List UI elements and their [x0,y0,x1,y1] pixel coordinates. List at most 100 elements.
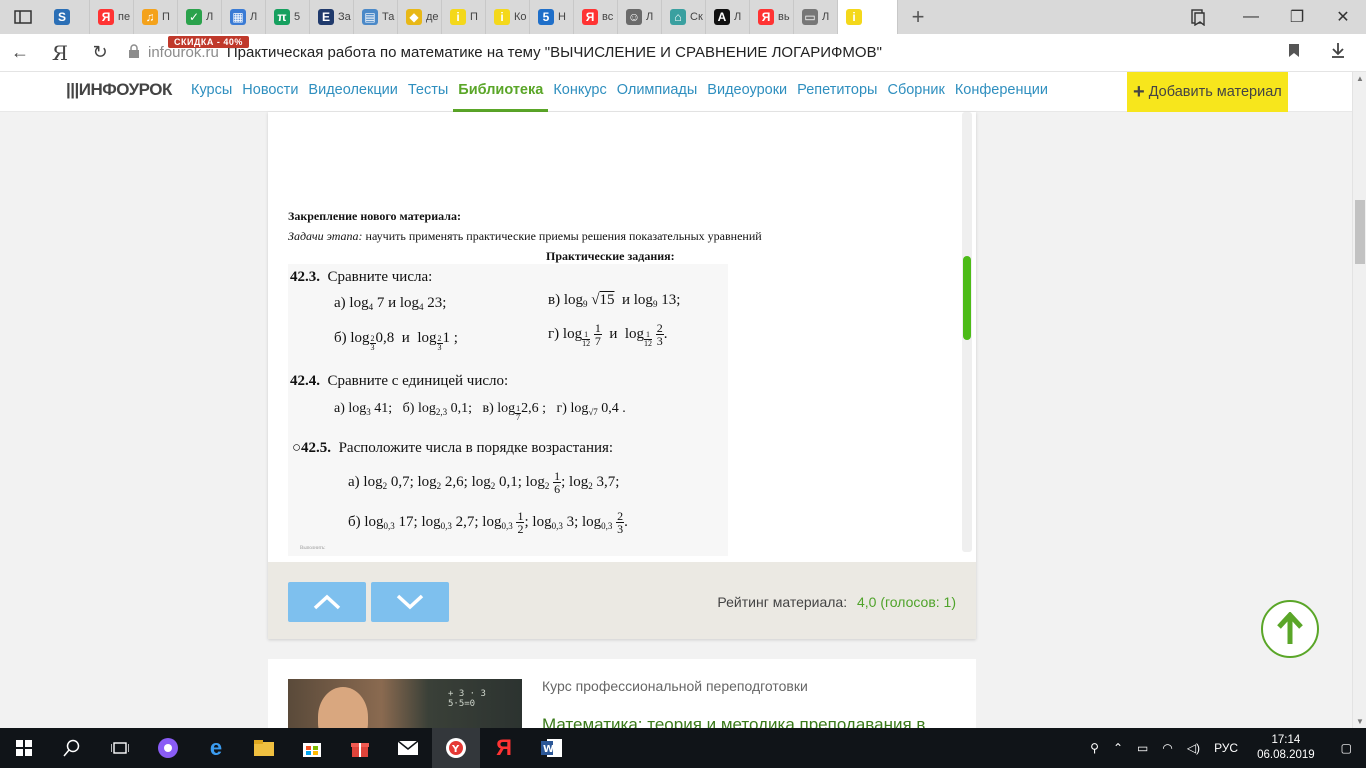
tab-favicon-icon: ♫ [142,9,158,25]
store-icon[interactable] [288,728,336,768]
menu-item[interactable]: Новости [237,72,303,112]
volume-icon[interactable]: ◁) [1180,741,1207,755]
course-type: Курс профессиональной переподготовки [542,678,808,694]
course-card[interactable]: + 3 · 3 5·5=0 Курс профессиональной пере… [268,659,976,728]
edge-icon[interactable]: e [192,728,240,768]
rating-value[interactable]: 4,0 (голосов: 1) [857,594,956,610]
tab-label: Л [822,11,830,23]
problem-42-3-b: б) log 2 3 0,8 и log 2 3 1 ; [334,330,458,352]
browser-tab[interactable]: S [46,0,90,34]
chevron-down-icon [396,594,424,610]
site-navigation: |||ИНФОУРОК Курсы Новости Видеолекции Тесты… [0,72,1352,112]
tab-favicon-icon: ▦ [230,9,246,25]
back-icon[interactable]: ← [0,34,40,72]
tab-label: П [162,11,170,23]
search-icon[interactable] [48,728,96,768]
lock-icon [128,43,140,62]
menu-item[interactable]: Сборник [882,72,949,112]
minimize-icon[interactable]: — [1228,0,1274,34]
prev-page-button[interactable] [288,582,366,622]
new-tab-button[interactable]: + [898,0,938,34]
menu-item[interactable]: Библиотека [453,72,549,112]
url-field[interactable]: infourok.ru Практическая работа по матем… [128,34,1288,72]
sale-badge[interactable]: СКИДКА - 40% [168,36,249,48]
tab-list: S Япе ♫ П ✓ Л ▦ Лπ 5 Е За ▤ Та ◆ де i Пi Ко 5 Н Явс ☺ Л ⌂ Ск A Л Яв… [46,0,898,34]
yandex-icon[interactable]: Я [480,728,528,768]
people-icon[interactable]: ⚲ [1083,741,1106,755]
menu-item[interactable]: Тесты [403,72,453,112]
document-page: Закрепление нового материала: Задачи эта… [268,112,968,562]
menu-item[interactable]: Конкурс [548,72,611,112]
browser-tab[interactable]: π5 [266,0,310,34]
battery-icon[interactable]: ▭ [1130,741,1155,755]
alice-icon[interactable] [144,728,192,768]
material-rating: Рейтинг материала: 4,0 (голосов: 1) [717,594,956,610]
menu-item[interactable]: Видеоуроки [702,72,792,112]
word-icon[interactable]: W [528,728,576,768]
viewer-footer: Рейтинг материала: 4,0 (голосов: 1) [268,562,976,639]
tray-chevron-up-icon[interactable]: ⌃ [1106,741,1130,755]
browser-tab[interactable]: ▦ Л [222,0,266,34]
browser-tab[interactable]: ◆ де [398,0,442,34]
wifi-icon[interactable]: ◠ [1155,741,1179,755]
browser-tab[interactable]: ☺ Л [618,0,662,34]
download-icon[interactable] [1330,42,1346,63]
menu-item[interactable]: Курсы [186,72,237,112]
browser-tab[interactable]: Е За [310,0,354,34]
close-icon[interactable]: ✕ [1320,0,1366,34]
scroll-down-arrow-icon[interactable]: ▼ [1356,717,1364,726]
windows-start-icon[interactable] [0,728,48,768]
gift-icon[interactable] [336,728,384,768]
browser-tab[interactable]: iП [442,0,486,34]
site-logo[interactable]: |||ИНФОУРОК [66,80,172,100]
task-view-icon[interactable] [96,728,144,768]
bookmark-icon[interactable] [1288,43,1300,63]
chalkboard-graphic: + 3 · 3 5·5=0 [448,689,497,709]
document-viewer: Закрепление нового материала: Задачи эта… [268,112,976,639]
doc-heading-consolidation: Закрепление нового материала: [288,209,461,223]
browser-tab[interactable]: ▤ Та [354,0,398,34]
browser-tab[interactable]: ✓ Л [178,0,222,34]
browser-tab[interactable]: AЛ [706,0,750,34]
reload-icon[interactable]: ↻ [80,34,120,72]
problem-42-4-items: а) log3 41; б) log2,3 0,1; в) log 1 7 2,6 ;… [334,401,626,422]
browser-tab[interactable]: ⌂ Ск [662,0,706,34]
browser-tab[interactable]: ♫ П [134,0,178,34]
browser-tab[interactable]: Явь [750,0,794,34]
viewer-scrollbar-thumb[interactable] [963,256,971,340]
file-explorer-icon[interactable] [240,728,288,768]
menu-item[interactable]: Олимпиады [612,72,703,112]
scroll-to-top-button[interactable] [1261,600,1319,658]
yandex-icon[interactable]: Я [40,34,80,72]
menu-item[interactable]: Видеолекции [303,72,402,112]
clock[interactable]: 17:14 06.08.2019 [1245,733,1327,763]
page-scrollbar-thumb[interactable] [1355,200,1365,264]
problem-42-3-title: 42.3. Сравните числа: [290,269,433,285]
menu-item[interactable]: Репетиторы [792,72,882,112]
browser-tab[interactable]: i Ко [486,0,530,34]
notifications-icon[interactable]: ▢ [1327,741,1366,755]
course-photo[interactable]: + 3 · 3 5·5=0 [288,679,522,728]
add-material-button[interactable]: + Добавить материал [1127,72,1288,112]
bookmarks-icon[interactable] [1168,0,1228,34]
mail-icon[interactable] [384,728,432,768]
next-page-button[interactable] [371,582,449,622]
browser-tab[interactable]: Япе [90,0,134,34]
restore-icon[interactable]: ❐ [1274,0,1320,34]
sidebar-toggle-icon[interactable] [0,0,46,34]
tab-favicon-icon: i [846,9,862,25]
browser-tab[interactable]: i [838,0,898,34]
language-indicator[interactable]: РУС [1207,741,1245,755]
page-scrollbar[interactable]: ▲ ▼ [1352,72,1366,728]
course-title-link[interactable]: Математика: теория и методика преподаван… [542,715,925,728]
menu-item[interactable]: Конференции [950,72,1053,112]
viewer-scrollbar[interactable] [962,112,972,552]
scroll-up-arrow-icon[interactable]: ▲ [1356,74,1364,83]
browser-tab[interactable]: Явс [574,0,618,34]
browser-tab[interactable]: ▭ Л [794,0,838,34]
tab-favicon-icon: i [450,9,466,25]
rating-label: Рейтинг материала: [717,594,848,610]
yandex-browser-icon[interactable]: Y [432,728,480,768]
browser-tab[interactable]: 5Н [530,0,574,34]
tab-label: Л [646,11,654,23]
